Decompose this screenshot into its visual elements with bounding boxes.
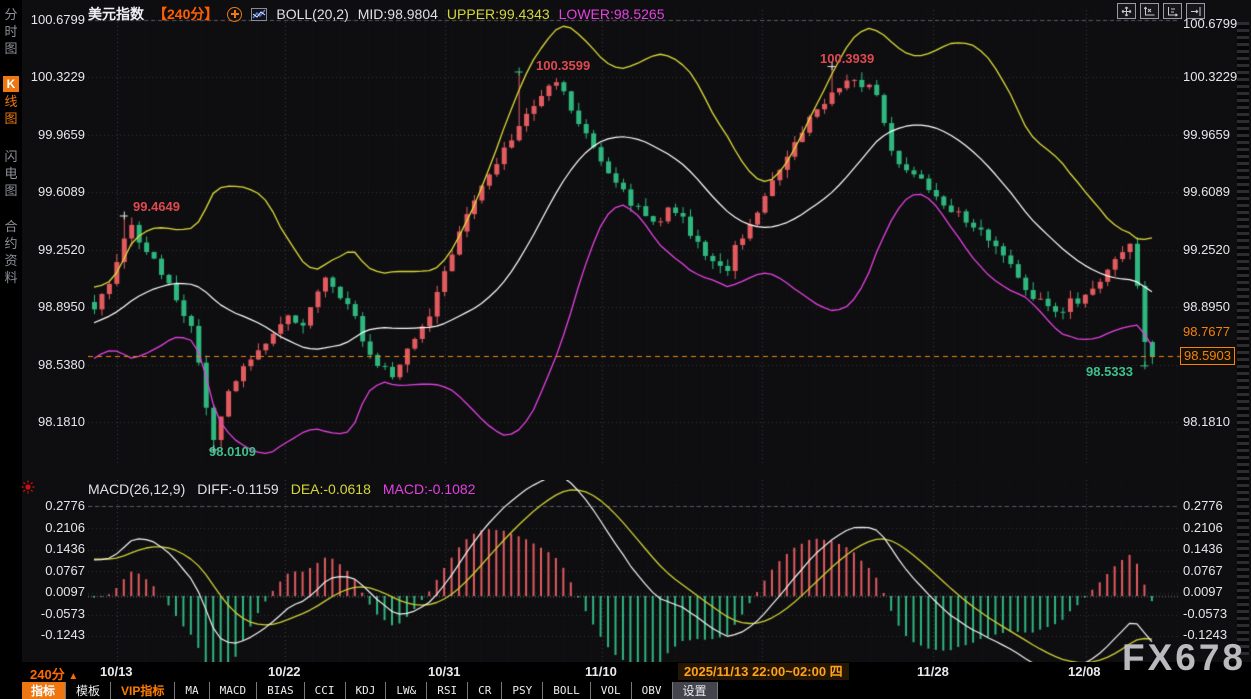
price-axis-label: 99.2520 [1183,242,1230,257]
macd-header: MACD(26,12,9) DIFF:-0.1159 DEA:-0.0618 M… [88,481,475,497]
macd-axis-label: 0.0767 [1183,563,1223,578]
sidebar-item-time-chart[interactable]: 分时图 [0,6,22,57]
macd-axis-label: 0.2106 [24,520,85,535]
crosshair-icon[interactable] [1117,3,1136,19]
price-annotation-high: 100.3939 [820,51,874,66]
macd-axis-label: 0.0767 [24,563,85,578]
indicator-macd[interactable]: MACD [210,682,258,699]
price-annotation-low: 98.0109 [209,444,256,459]
price-axis-label: 98.8950 [1183,299,1230,314]
period-value: 240分 [30,667,65,682]
reference-price-label: 98.7677 [1183,324,1230,339]
sidebar-item-label: 合约资料 [0,218,22,286]
x-axis-row: 240分 ▲ 10/13 10/22 10/31 11/10 2025/11/1… [0,662,1251,682]
indicator-bias[interactable]: BIAS [257,682,305,699]
macd-dea-value: DEA:-0.0618 [291,481,371,497]
price-annotation-low: 98.5333 [1086,364,1133,379]
indicator-ma[interactable]: MA [175,682,209,699]
price-annotation-high: 99.4649 [133,199,180,214]
macd-axis-label: 0.2776 [1183,498,1223,513]
x-axis-date: 10/13 [100,664,133,679]
price-axis-label: 100.3229 [1183,69,1237,84]
macd-axis-label: 0.2776 [24,498,85,513]
macd-axis-label: -0.1243 [24,627,85,642]
price-axis-label: 100.6799 [24,12,85,27]
right-scrollbar[interactable] [1237,22,1249,655]
price-axis-label: 98.1810 [1183,414,1230,429]
price-axis-label: 99.6089 [1183,184,1230,199]
indicator-cr[interactable]: CR [468,682,502,699]
dropdown-up-icon: ▲ [68,671,78,682]
bottom-toolbar: 指标 模板 VIP指标 MA MACD BIAS CCI KDJ LW& RSI… [0,682,1251,699]
boll-lower-value: LOWER:98.5265 [559,6,665,22]
macd-diff-value: DIFF:-0.1159 [197,481,278,497]
price-axis-label: 98.8950 [24,299,85,314]
indicator-kdj[interactable]: KDJ [346,682,387,699]
x-axis-date: 10/22 [268,664,301,679]
x-axis-date: 10/31 [428,664,461,679]
sidebar-item-label: 分时图 [0,6,22,57]
app-window: 分时图 K 线图 闪电图 合约资料 美元指数 【240分】 BOLL(20,2)… [0,0,1251,699]
price-axis-label: 99.6089 [24,184,85,199]
chart-type-icon[interactable] [251,8,267,21]
kline-badge: K [3,76,19,92]
scale-left-axis-icon[interactable] [1140,3,1159,19]
price-axis-label: 100.3229 [24,69,85,84]
chart-header: 美元指数 【240分】 BOLL(20,2) MID:98.9804 UPPER… [88,4,664,24]
x-axis-date: 12/08 [1068,664,1101,679]
scale-right-axis-icon[interactable] [1163,3,1182,19]
last-price-label: 98.5903 [1180,347,1235,365]
macd-title: MACD(26,12,9) [88,481,185,497]
symbol-name: 美元指数 [88,4,144,24]
indicator-rsi[interactable]: RSI [427,682,468,699]
left-sidebar: 分时图 K 线图 闪电图 合约资料 [0,0,22,699]
price-chart-canvas[interactable] [88,10,1180,465]
price-axis-label: 99.9659 [1183,127,1230,142]
indicator-obv[interactable]: OBV [632,682,673,699]
indicator-psy[interactable]: PSY [502,682,543,699]
macd-axis-label: 0.0097 [1183,584,1223,599]
indicator-marker-icon[interactable] [21,480,35,499]
period-selector[interactable]: 240分 ▲ [30,664,78,683]
x-axis-date: 11/10 [585,664,617,679]
macd-axis-label: 0.0097 [24,584,85,599]
chart-tool-icons [1117,3,1205,19]
indicator-lw[interactable]: LW& [386,682,427,699]
boll-label: BOLL(20,2) [276,6,348,22]
tab-indicators[interactable]: 指标 [20,682,66,699]
macd-axis-label: 0.1436 [1183,541,1223,556]
pan-right-icon[interactable] [1186,3,1205,19]
macd-chart-canvas[interactable] [88,480,1180,664]
tab-templates[interactable]: 模板 [66,682,111,699]
indicator-vol[interactable]: VOL [591,682,632,699]
price-axis-label: 98.5380 [24,357,85,372]
sidebar-item-lightning-chart[interactable]: 闪电图 [0,148,22,199]
x-axis-date: 11/28 [917,664,949,679]
price-axis-label: 99.2520 [24,242,85,257]
macd-axis-label: 0.1436 [24,541,85,556]
macd-axis-label: 0.2106 [1183,520,1223,535]
watermark-logo: FX678 [1122,637,1246,679]
indicator-boll[interactable]: BOLL [543,682,591,699]
boll-upper-value: UPPER:99.4343 [447,6,550,22]
sidebar-item-label: 线图 [0,93,22,127]
settings-button[interactable]: 设置 [673,682,718,699]
tab-vip-indicators[interactable]: VIP指标 [111,682,175,699]
period-label: 【240分】 [153,4,218,24]
macd-axis-label: -0.0573 [24,606,85,621]
price-axis-label: 99.9659 [24,127,85,142]
price-annotation-high: 100.3599 [536,58,590,73]
boll-mid-value: MID:98.9804 [358,6,438,22]
macd-macd-value: MACD:-0.1082 [383,481,476,497]
sidebar-item-contract-info[interactable]: 合约资料 [0,218,22,286]
price-axis-label: 98.1810 [24,414,85,429]
add-indicator-icon[interactable] [227,7,242,22]
indicator-cci[interactable]: CCI [305,682,346,699]
crosshair-datetime-label: 2025/11/13 22:00~02:00 四 [678,663,849,680]
sidebar-item-label: 闪电图 [0,148,22,199]
sidebar-item-kline-chart[interactable]: K 线图 [0,76,22,127]
macd-axis-label: -0.0573 [1183,606,1227,621]
